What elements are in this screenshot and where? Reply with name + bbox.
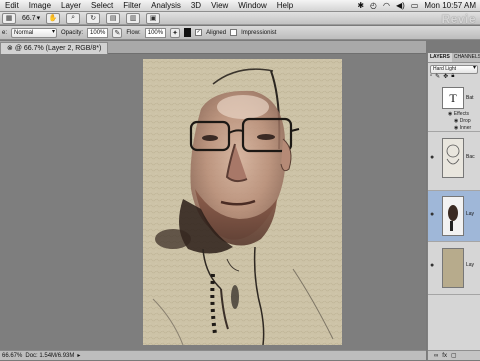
eye-icon[interactable]: ● (430, 154, 434, 161)
document-canvas[interactable] (143, 59, 342, 345)
application-bar: ▦ 66.7 ▾ ✋ ⌕ ↻ ▤ ▥ ▣ Revie (0, 12, 480, 26)
menu-bar: Edit Image Layer Select Filter Analysis … (0, 0, 480, 12)
layer-thumbnail (442, 196, 464, 236)
aligned-checkbox[interactable]: ✓ (195, 29, 203, 36)
layer-row-background-copy[interactable]: ● Bac (428, 132, 480, 191)
mode-label: e: (2, 29, 8, 36)
layer-thumbnail (442, 248, 464, 288)
wifi-icon[interactable]: ◠ (383, 1, 390, 10)
layers-panel-footer: ∞ fx ▢ (428, 350, 480, 360)
time-machine-icon[interactable]: ◴ (370, 1, 377, 10)
document-tab-bar: ⊗ @ 66.7% (Layer 2, RGB/8*) (0, 41, 426, 54)
new-layer-icon[interactable]: ▢ (451, 352, 457, 359)
arrange-documents-icon[interactable]: ▥ (126, 12, 141, 24)
flow-field[interactable]: 100% (144, 27, 167, 38)
opacity-label: Opacity: (61, 29, 84, 36)
zoom-tool-icon[interactable]: ⌕ (66, 12, 81, 24)
menu-analysis[interactable]: Analysis (146, 1, 186, 10)
layer-row-text[interactable]: T Bat ◉ Effects ◉ Drop ◉ Inner (428, 83, 480, 132)
menu-clock[interactable]: Mon 10:57 AM (424, 1, 476, 10)
status-zoom[interactable]: 66.67% (2, 351, 22, 360)
battery-icon[interactable]: ▭ (411, 1, 419, 10)
document-size-info[interactable]: Doc: 1.54M/6.93M (25, 351, 74, 360)
status-bar: 66.67% Doc: 1.54M/6.93M ▸ (0, 350, 426, 360)
effects-label: ◉ Effects (448, 111, 469, 117)
bluetooth-icon[interactable]: ✱ (357, 1, 364, 10)
menu-window[interactable]: Window (233, 1, 271, 10)
impressionist-label: Impressionist (241, 29, 277, 36)
opacity-field[interactable]: 100% (87, 27, 109, 38)
eye-icon[interactable]: ● (430, 262, 434, 269)
panel-tabs: LAYERS CHANNELS (428, 53, 480, 63)
lock-row: ▫ ✎ ✥ 🔒︎ (430, 73, 454, 81)
status-arrow-icon[interactable]: ▸ (77, 351, 80, 360)
layout-icon[interactable]: ▦ (2, 12, 16, 24)
extras-grid-icon[interactable]: ▤ (106, 12, 121, 24)
portrait-artwork (143, 59, 342, 345)
menu-image[interactable]: Image (24, 1, 56, 10)
tool-options-bar: e: Normal Opacity: 100% ✎ Flow: 100% ✦ ✓… (0, 26, 480, 40)
zoom-level-dropdown[interactable]: 66.7 ▾ (22, 14, 40, 23)
text-layer-thumbnail: T (442, 87, 464, 109)
menu-edit[interactable]: Edit (0, 1, 24, 10)
volume-icon[interactable]: ◀) (396, 1, 405, 10)
lock-move-icon[interactable]: ✥ (443, 73, 448, 81)
pressure-opacity-icon[interactable]: ✎ (112, 27, 123, 38)
effect-drop-shadow[interactable]: ◉ Drop (454, 118, 471, 124)
close-icon[interactable]: ⊗ (7, 45, 13, 52)
eye-icon[interactable]: ● (430, 211, 434, 218)
layer-name[interactable]: Lay (466, 262, 474, 268)
layer-row-texture[interactable]: ● Lay (428, 242, 480, 295)
menu-filter[interactable]: Filter (118, 1, 146, 10)
layer-name[interactable]: Lay (466, 211, 474, 217)
brush-preview-icon[interactable] (184, 28, 192, 37)
rotate-view-icon[interactable]: ↻ (86, 12, 101, 24)
flow-label: Flow: (126, 29, 141, 36)
layer-thumbnail (442, 138, 464, 178)
link-layers-icon[interactable]: ∞ (434, 353, 438, 359)
airbrush-icon[interactable]: ✦ (170, 27, 181, 38)
layer-name[interactable]: Bac (466, 154, 475, 160)
layer-name[interactable]: Bat (466, 95, 474, 101)
lock-brush-icon[interactable]: ✎ (435, 73, 440, 81)
fx-icon[interactable]: fx (442, 353, 447, 359)
menu-view[interactable]: View (206, 1, 233, 10)
menu-select[interactable]: Select (86, 1, 118, 10)
blend-mode-select[interactable]: Normal (11, 27, 58, 38)
canvas-workspace[interactable] (0, 54, 426, 350)
document-tab[interactable]: ⊗ @ 66.7% (Layer 2, RGB/8*) (0, 42, 109, 54)
impressionist-checkbox[interactable] (230, 29, 238, 36)
screen-mode-icon[interactable]: ▣ (146, 12, 161, 24)
hand-tool-icon[interactable]: ✋ (46, 12, 61, 24)
tab-layers[interactable]: LAYERS (428, 53, 452, 62)
menu-3d[interactable]: 3D (186, 1, 206, 10)
lock-transparency-icon[interactable]: ▫ (430, 73, 432, 81)
layers-panel: LAYERS CHANNELS Hard Light ▫ ✎ ✥ 🔒︎ T Ba… (427, 53, 480, 360)
brand-watermark: Revie (441, 12, 476, 26)
menu-layer[interactable]: Layer (56, 1, 86, 10)
effect-inner-shadow[interactable]: ◉ Inner (454, 125, 471, 131)
menu-help[interactable]: Help (272, 1, 298, 10)
lock-all-icon[interactable]: 🔒︎ (451, 73, 454, 81)
tab-channels[interactable]: CHANNELS (452, 53, 480, 62)
aligned-label: Aligned (206, 29, 227, 36)
layer-row-selected[interactable]: ● Lay (428, 191, 480, 242)
document-title: @ 66.7% (Layer 2, RGB/8*) (14, 45, 102, 52)
